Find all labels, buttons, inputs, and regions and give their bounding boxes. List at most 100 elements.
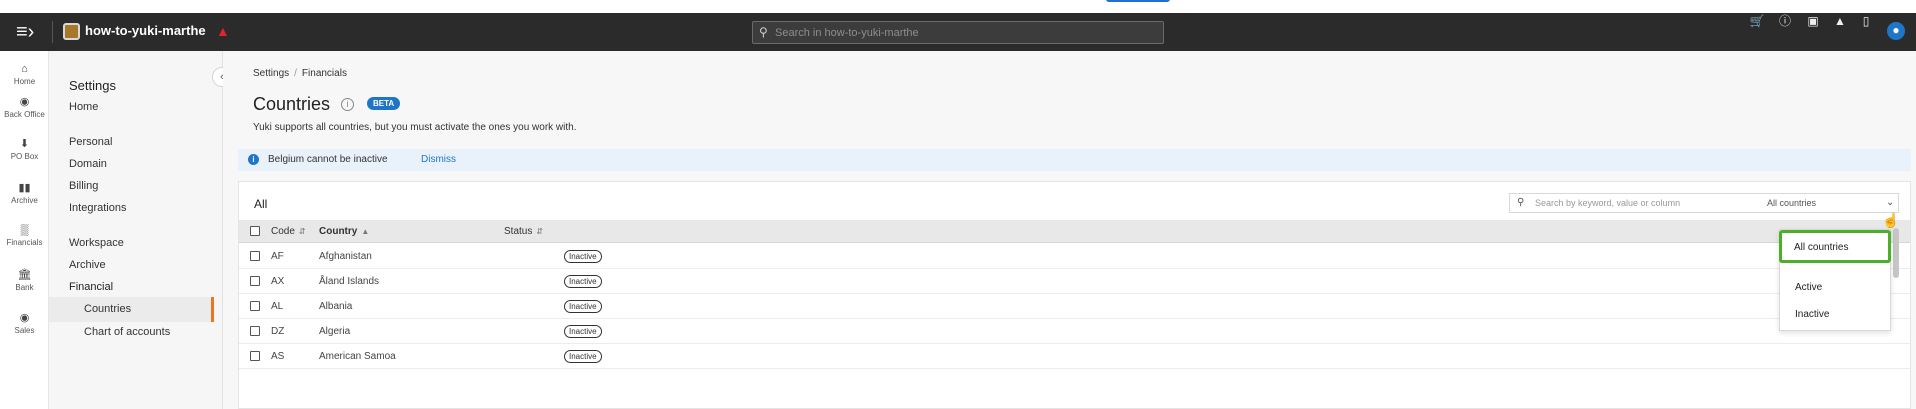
breadcrumb-separator: / <box>294 68 297 79</box>
cell-country: Åland Islands <box>319 276 380 287</box>
column-status[interactable]: Status ⇵ <box>504 226 543 237</box>
table-search[interactable]: ⚲ All countries ⌄ <box>1509 193 1899 213</box>
divider <box>52 21 53 43</box>
nav-home[interactable]: ⌂ Home <box>0 63 49 86</box>
nav-label: Back Office <box>4 110 45 119</box>
row-checkbox[interactable] <box>250 301 260 311</box>
status-badge: Inactive <box>564 350 602 363</box>
nav-bank[interactable]: 🏛 Bank <box>0 268 49 292</box>
nav-label: Financials <box>6 238 43 247</box>
settings-item-countries[interactable]: Countries <box>49 297 214 322</box>
dropdown-option-active[interactable]: Active <box>1795 282 1822 293</box>
table-row[interactable]: AS American Samoa Inactive <box>239 344 1910 369</box>
archive-icon: ▮▮ <box>18 182 31 194</box>
nav-label: Sales <box>14 326 35 335</box>
nav-po-box[interactable]: ⬇ PO Box <box>0 137 49 161</box>
cell-country: Afghanistan <box>319 251 372 262</box>
search-icon: ⚲ <box>759 25 768 39</box>
settings-item-integrations[interactable]: Integrations <box>69 202 126 214</box>
nav-label: PO Box <box>10 152 39 161</box>
column-label: Country <box>319 226 358 237</box>
nav-label: Bank <box>15 283 34 292</box>
cell-country: American Samoa <box>319 351 396 362</box>
breadcrumb-settings[interactable]: Settings <box>253 68 289 79</box>
global-search[interactable]: ⚲ <box>752 21 1164 44</box>
settings-item-financial[interactable]: Financial <box>69 281 113 293</box>
nav-back-office[interactable]: ◉ Back Office <box>0 95 49 119</box>
settings-title: Settings <box>69 78 116 93</box>
settings-item-billing[interactable]: Billing <box>69 180 98 192</box>
table-search-input[interactable] <box>1535 196 1760 210</box>
option-label: All countries <box>1794 242 1849 253</box>
cart-icon[interactable]: 🛒 <box>1749 13 1765 29</box>
settings-item-domain[interactable]: Domain <box>69 158 107 170</box>
table-row[interactable]: AL Albania Inactive <box>239 294 1910 319</box>
select-all-checkbox[interactable] <box>250 226 260 236</box>
warning-icon[interactable]: ▲ <box>216 23 230 39</box>
settings-item-chart-of-accounts[interactable]: Chart of accounts <box>84 326 170 338</box>
row-checkbox[interactable] <box>250 276 260 286</box>
user-icon[interactable]: ● <box>1887 22 1905 40</box>
countries-table-card: All ⚲ All countries ⌄ Code⇵ Country▲ Sta… <box>238 181 1911 409</box>
dismiss-button[interactable]: Dismiss <box>421 154 456 165</box>
beta-badge: BETA <box>367 97 401 110</box>
page-subtitle: Yuki supports all countries, but you mus… <box>253 122 577 133</box>
table-header: Code ⇵ Country ▲ Status ⇵ <box>239 220 1910 243</box>
bank-icon: 🏛 <box>17 269 32 281</box>
nav-sales[interactable]: ◉ Sales <box>0 311 49 335</box>
nav-financials[interactable]: ▒ Financials <box>0 224 49 247</box>
breadcrumb: Settings / Financials <box>253 68 347 79</box>
row-checkbox[interactable] <box>250 326 260 336</box>
page-title: Countries <box>253 94 331 114</box>
back-office-icon: ◉ <box>19 96 30 108</box>
table-title: All <box>254 197 268 211</box>
top-strip <box>0 0 1916 13</box>
row-checkbox[interactable] <box>250 351 260 361</box>
nav-label: Archive <box>11 196 38 205</box>
chart-icon: ▒ <box>20 224 29 236</box>
settings-item-archive[interactable]: Archive <box>69 259 106 271</box>
column-label: Code <box>271 226 295 237</box>
top-pill <box>1106 0 1170 2</box>
sort-asc-icon: ▲ <box>361 227 370 236</box>
info-icon[interactable]: i <box>341 98 354 111</box>
settings-item-personal[interactable]: Personal <box>69 136 112 148</box>
nav-archive[interactable]: ▮▮ Archive <box>0 181 49 205</box>
filter-select[interactable]: All countries <box>1767 194 1816 212</box>
table-row[interactable]: DZ Algeria Inactive <box>239 319 1910 344</box>
sort-icon: ⇵ <box>298 227 306 236</box>
megaphone-icon[interactable]: ▲ <box>1832 13 1848 29</box>
info-icon[interactable]: ⓘ <box>1777 13 1793 29</box>
status-badge: Inactive <box>564 325 602 338</box>
chevron-down-icon[interactable]: ⌄ <box>1886 194 1894 212</box>
cell-country: Algeria <box>319 326 351 337</box>
filter-dropdown: All countries Active Inactive <box>1779 229 1891 331</box>
sort-icon: ⇵ <box>536 227 544 236</box>
hamburger-menu-icon[interactable]: ≡› <box>16 22 40 42</box>
gift-icon[interactable]: ▣ <box>1805 13 1821 29</box>
mouse-cursor-icon: ☝ <box>1882 212 1900 228</box>
dropdown-option-inactive[interactable]: Inactive <box>1795 309 1829 320</box>
column-code[interactable]: Code ⇵ <box>271 226 306 237</box>
inbox-icon: ⬇ <box>19 138 30 150</box>
cell-code: AS <box>271 351 285 362</box>
info-icon: i <box>248 154 259 165</box>
row-checkbox[interactable] <box>250 251 260 261</box>
domain-name[interactable]: how-to-yuki-marthe <box>85 23 206 38</box>
breadcrumb-financials[interactable]: Financials <box>302 68 347 79</box>
notice-text: Belgium cannot be inactive <box>268 154 388 165</box>
top-bar: ≡› how-to-yuki-marthe ▲ ⚲ 🛒 ⓘ ▣ ▲ ▯ ● <box>0 13 1916 51</box>
column-label: Status <box>504 226 533 237</box>
column-country[interactable]: Country ▲ <box>319 226 369 237</box>
table-row[interactable]: AX Åland Islands Inactive <box>239 269 1910 294</box>
table-row[interactable]: AF Afghanistan Inactive <box>239 244 1910 269</box>
domain-logo[interactable] <box>63 23 80 40</box>
settings-panel: Settings ‹ Home Personal Domain Billing … <box>49 51 232 409</box>
dropdown-option-all-countries[interactable]: All countries <box>1779 230 1891 263</box>
bookmark-icon[interactable]: ▯ <box>1858 13 1874 29</box>
cell-code: DZ <box>271 326 285 337</box>
settings-item-workspace[interactable]: Workspace <box>69 237 124 249</box>
settings-item-home[interactable]: Home <box>69 101 98 113</box>
table-scrollbar[interactable] <box>1893 228 1899 278</box>
global-search-input[interactable] <box>775 24 1155 41</box>
